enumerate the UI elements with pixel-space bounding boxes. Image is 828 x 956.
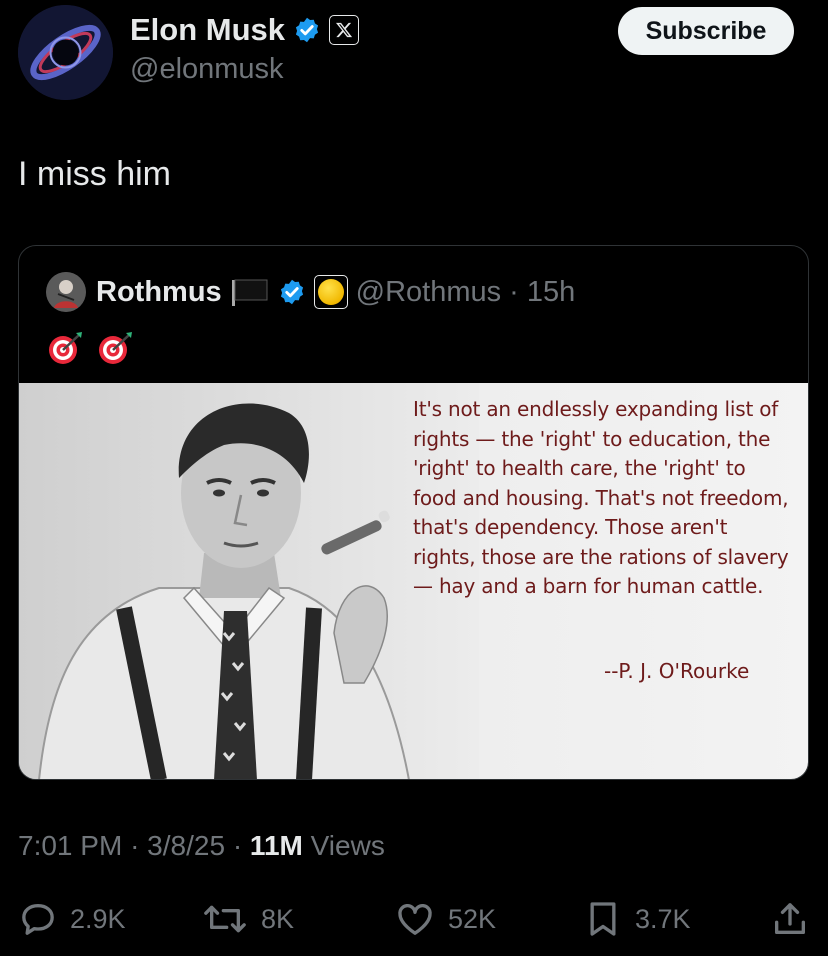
like-count: 52K [448,903,497,934]
tweet-date[interactable]: 3/8/25 [147,830,225,861]
quoted-header: Rothmus @Rothmus · 15h [46,272,575,312]
meta-separator: · [130,830,140,861]
repost-count: 8K [261,903,295,934]
author-handle[interactable]: @elonmusk [130,53,284,86]
meta-separator: · [232,830,243,861]
repost-icon [204,905,246,933]
author-avatar[interactable] [18,5,113,100]
quoted-tweet[interactable]: Rothmus @Rothmus · 15h It's not an endle… [18,245,809,780]
like-button[interactable]: 52K [394,895,496,943]
author-name[interactable]: Elon Musk [130,12,285,48]
image-quote-text: It's not an endlessly expanding list of … [413,397,789,598]
reply-button[interactable]: 2.9K [18,895,126,943]
verified-badge-icon[interactable] [278,278,306,306]
quoted-separator: · [509,275,519,308]
views-count: 11M [249,830,303,861]
tweet-text: I miss him [18,155,171,193]
direct-hit-target-icon [49,332,82,364]
quoted-image[interactable]: It's not an endlessly expanding list of … [19,383,808,779]
bookmark-count: 3.7K [635,903,691,934]
tweet-meta: 7:01 PM · 3/8/25 · 11M Views [18,830,385,862]
author-name-row: Elon Musk [130,12,360,48]
quoted-author-name[interactable]: Rothmus [96,276,222,309]
black-flag-icon [230,277,270,307]
reply-bubble-icon [22,904,54,935]
views-label: Views [310,830,385,861]
portrait-photo [19,383,479,779]
repost-button[interactable]: 8K [201,895,294,943]
direct-hit-target-icon [99,332,132,364]
share-icon [775,903,805,934]
x-logo-icon[interactable] [329,15,360,45]
subscribe-button[interactable]: Subscribe [618,7,794,55]
heart-icon [398,903,432,935]
bookmark-button[interactable]: 3.7K [583,895,691,943]
share-button[interactable] [770,895,810,943]
quoted-time[interactable]: 15h [527,276,575,309]
reply-count: 2.9K [70,903,126,934]
tweet-time[interactable]: 7:01 PM [18,830,122,861]
bookmark-icon [590,902,616,936]
quoted-avatar[interactable] [46,272,86,312]
quoted-handle[interactable]: @Rothmus [356,276,501,309]
action-bar: 2.9K 8K 52K 3.7K [18,895,810,943]
yellow-circle-icon [313,275,348,309]
verified-badge-icon[interactable] [293,16,321,44]
image-quote-attribution: --P. J. O'Rourke [604,659,750,683]
quoted-emoji-row [46,330,136,366]
